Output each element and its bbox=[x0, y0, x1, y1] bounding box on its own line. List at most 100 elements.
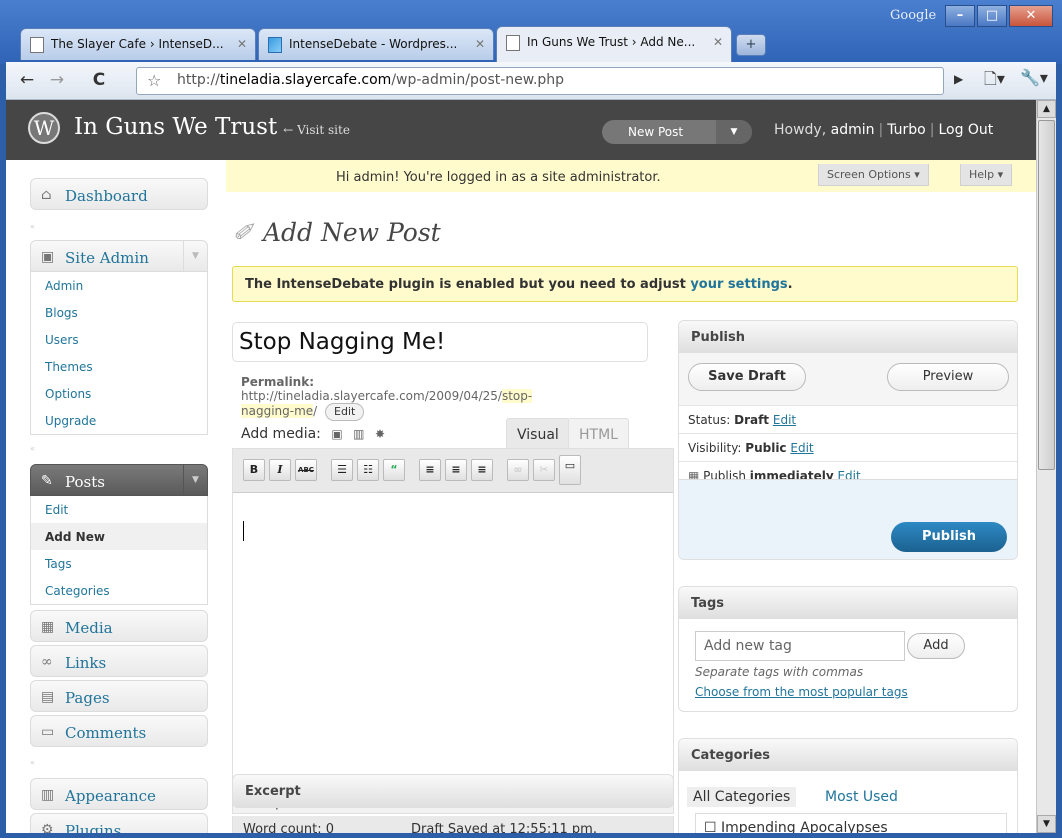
bold-icon[interactable]: B bbox=[243, 459, 265, 481]
menu-plugins[interactable]: ⚙ Plugins bbox=[30, 813, 208, 833]
add-video-icon[interactable]: ▥ bbox=[353, 427, 364, 441]
link-icon[interactable]: ∞ bbox=[507, 459, 529, 481]
home-icon: ⌂ bbox=[41, 187, 52, 203]
scroll-thumb[interactable] bbox=[1038, 120, 1055, 470]
tab-html[interactable]: HTML bbox=[568, 418, 629, 448]
scroll-down-icon[interactable]: ▼ bbox=[1037, 815, 1056, 833]
reload-icon[interactable]: C bbox=[86, 68, 112, 94]
add-media-icon[interactable]: ✸ bbox=[375, 427, 385, 441]
popular-tags-link[interactable]: Choose from the most popular tags bbox=[695, 685, 908, 699]
page-menu-icon[interactable]: 🗋▾ bbox=[984, 68, 1005, 95]
logout-link[interactable]: Log Out bbox=[938, 122, 993, 138]
menu-appearance[interactable]: ▥ Appearance bbox=[30, 778, 208, 810]
submenu-item[interactable]: Blogs bbox=[31, 299, 207, 326]
unlink-icon[interactable]: ✂ bbox=[533, 459, 555, 481]
turbo-link[interactable]: Turbo bbox=[887, 122, 926, 138]
align-left-icon[interactable]: ≡ bbox=[419, 459, 441, 481]
scroll-up-icon[interactable]: ▲ bbox=[1037, 100, 1056, 118]
menu-dashboard[interactable]: ⌂ Dashboard bbox=[30, 178, 208, 210]
more-tag-icon[interactable]: ▭ bbox=[559, 455, 581, 485]
save-draft-button[interactable]: Save Draft bbox=[688, 363, 806, 391]
bullet-list-icon[interactable]: ☰ bbox=[331, 459, 353, 481]
back-icon[interactable]: ← bbox=[14, 68, 40, 94]
submenu-item-categories[interactable]: Categories bbox=[31, 577, 207, 604]
dropdown-arrow-icon[interactable]: ▼ bbox=[716, 120, 752, 144]
wrench-icon[interactable]: 🔧▾ bbox=[1020, 68, 1048, 87]
italic-icon[interactable]: I bbox=[269, 459, 291, 481]
page-icon bbox=[30, 37, 44, 53]
tab-intensedebate[interactable]: IntenseDebate - Wordpres... ✕ bbox=[258, 28, 494, 60]
tab-all-categories[interactable]: All Categories bbox=[687, 787, 797, 807]
categories-box-title[interactable]: Categories bbox=[679, 739, 1017, 771]
menu-links[interactable]: ∞ Links bbox=[30, 645, 208, 677]
minimize-button[interactable]: – bbox=[945, 5, 975, 27]
toggle-arrow-icon[interactable]: ▼ bbox=[183, 241, 207, 271]
tab-most-used[interactable]: Most Used bbox=[819, 787, 904, 807]
address-bar[interactable]: ☆ http://tineladia.slayercafe.com/wp-adm… bbox=[136, 67, 944, 95]
tab-visual[interactable]: Visual bbox=[506, 418, 570, 448]
menu-media[interactable]: ▦ Media bbox=[30, 610, 208, 642]
menu-separator: « bbox=[30, 222, 35, 231]
admin-notice-bar: Hi admin! You're logged in as a site adm… bbox=[226, 160, 1036, 192]
go-icon[interactable]: ▶ bbox=[954, 72, 963, 86]
blockquote-icon[interactable]: “ bbox=[383, 459, 405, 481]
admin-notice-text: Hi admin! You're logged in as a site adm… bbox=[336, 170, 661, 185]
strikethrough-icon[interactable]: ABC bbox=[295, 459, 317, 481]
editor-toolbar: B I ABC ☰ ☷ “ ≡ ≡ ≡ ∞ ✂ ▭ bbox=[233, 449, 673, 493]
visit-site-link[interactable]: ← Visit site bbox=[283, 123, 350, 137]
submenu-item-add-new[interactable]: Add New bbox=[31, 523, 207, 550]
submenu-item[interactable]: Themes bbox=[31, 353, 207, 380]
brand-label: Google bbox=[890, 8, 937, 23]
edit-visibility-link[interactable]: Edit bbox=[790, 441, 813, 455]
new-tab-button[interactable]: + bbox=[736, 34, 766, 56]
align-right-icon[interactable]: ≡ bbox=[471, 459, 493, 481]
browser-window: The Slayer Cafe › IntenseD... ✕ IntenseD… bbox=[0, 0, 1062, 838]
settings-link[interactable]: your settings bbox=[690, 277, 787, 292]
close-tab-icon[interactable]: ✕ bbox=[713, 35, 723, 49]
category-checkbox[interactable]: ☐ bbox=[704, 820, 717, 833]
close-window-button[interactable]: ✕ bbox=[1009, 5, 1053, 27]
close-tab-icon[interactable]: ✕ bbox=[475, 37, 485, 51]
maximize-button[interactable]: □ bbox=[977, 5, 1007, 27]
edit-slug-button[interactable]: Edit bbox=[325, 403, 365, 421]
bookmark-star-icon[interactable]: ☆ bbox=[147, 71, 161, 90]
wordpress-logo-icon: W bbox=[28, 112, 60, 144]
favorite-actions-button[interactable]: New Post ▼ bbox=[602, 120, 752, 144]
tab-slayer-cafe[interactable]: The Slayer Cafe › IntenseD... ✕ bbox=[20, 28, 256, 60]
submenu-item-edit[interactable]: Edit bbox=[31, 496, 207, 523]
tags-box-title[interactable]: Tags bbox=[679, 587, 1017, 619]
help-button[interactable]: Help ▾ bbox=[960, 164, 1013, 186]
new-tag-input[interactable]: Add new tag bbox=[695, 631, 905, 661]
excerpt-box-header[interactable]: Excerpt bbox=[232, 774, 674, 808]
screen-options-button[interactable]: Screen Options ▾ bbox=[818, 164, 929, 186]
post-editor[interactable]: B I ABC ☰ ☷ “ ≡ ≡ ≡ ∞ ✂ ▭ Path: p bbox=[232, 448, 674, 814]
menu-posts[interactable]: ✎ Posts ▼ bbox=[30, 464, 208, 496]
publish-box-title[interactable]: Publish bbox=[679, 321, 1017, 353]
comments-icon: ▭ bbox=[41, 724, 55, 740]
add-tag-button[interactable]: Add bbox=[907, 633, 965, 659]
preview-button[interactable]: Preview bbox=[887, 363, 1009, 391]
submenu-item[interactable]: Upgrade bbox=[31, 407, 207, 434]
visibility-row: Visibility: Public Edit bbox=[679, 433, 1017, 461]
add-image-icon[interactable]: ▣ bbox=[331, 427, 342, 441]
tab-add-new-post[interactable]: In Guns We Trust › Add Ne... ✕ bbox=[496, 26, 732, 62]
menu-site-admin[interactable]: ▣ Site Admin ▼ bbox=[30, 240, 208, 272]
close-tab-icon[interactable]: ✕ bbox=[237, 37, 247, 51]
align-center-icon[interactable]: ≡ bbox=[445, 459, 467, 481]
vertical-scrollbar[interactable]: ▲ ▼ bbox=[1036, 100, 1056, 833]
submenu-item[interactable]: Users bbox=[31, 326, 207, 353]
numbered-list-icon[interactable]: ☷ bbox=[357, 459, 379, 481]
submenu-item[interactable]: Options bbox=[31, 380, 207, 407]
submenu-item-tags[interactable]: Tags bbox=[31, 550, 207, 577]
toggle-arrow-icon[interactable]: ▼ bbox=[183, 465, 207, 495]
username-link[interactable]: admin bbox=[831, 122, 875, 138]
publish-button[interactable]: Publish bbox=[891, 522, 1007, 552]
edit-status-link[interactable]: Edit bbox=[773, 413, 796, 427]
menu-pages[interactable]: ▤ Pages bbox=[30, 680, 208, 712]
submenu-item[interactable]: Admin bbox=[31, 272, 207, 299]
menu-comments[interactable]: ▭ Comments bbox=[30, 715, 208, 747]
forward-icon[interactable]: → bbox=[44, 68, 70, 94]
browser-toolbar: ← → C ☆ http://tineladia.slayercafe.com/… bbox=[6, 62, 1056, 100]
pushpin-icon: ✎ bbox=[41, 473, 53, 489]
post-title-input[interactable]: Stop Nagging Me! bbox=[232, 322, 648, 362]
